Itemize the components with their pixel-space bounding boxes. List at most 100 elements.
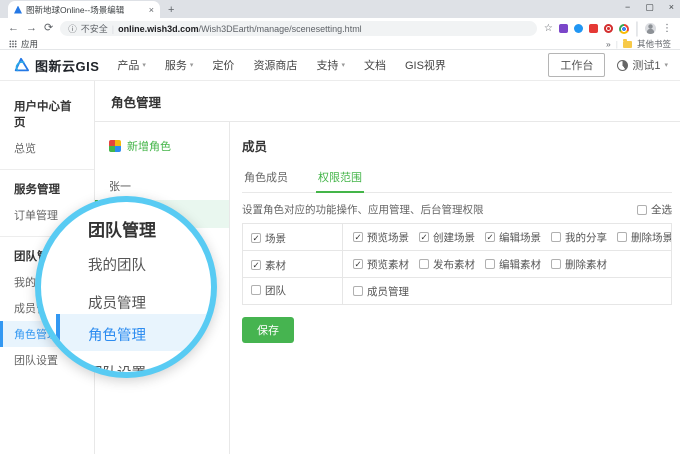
permission-label: 团队 [265,283,286,298]
permission-publish-material[interactable]: 发布素材 [419,255,475,273]
window-close-button[interactable]: × [669,2,674,13]
permission-label: 我的分享 [565,230,607,245]
add-role-button[interactable]: 新增角色 [95,138,229,154]
user-avatar-icon [617,60,628,71]
extension-icon[interactable] [559,24,568,33]
magnifier-item-my-team[interactable]: 我的团队 [88,254,146,275]
permission-team[interactable]: 团队 [251,283,286,298]
permission-my-share[interactable]: 我的分享 [551,228,607,246]
permission-delete-material[interactable]: 删除素材 [551,255,607,273]
maximize-button[interactable]: ▢ [645,2,654,13]
select-all-checkbox[interactable]: 全选 [637,202,672,217]
bookmarks-divider: | [616,39,618,49]
checkbox-preview-scene[interactable]: ✓ [353,232,363,242]
security-label: 不安全 [81,22,108,35]
reload-button[interactable]: ⟳ [44,23,53,34]
nav-item-resource-store[interactable]: 资源商店 [253,57,297,73]
sidebar-item-overview[interactable]: 总览 [0,135,94,161]
member-panel: 成员 角色成员权限范围 设置角色对应的功能操作、应用管理、后台管理权限 全选 ✓… [230,122,680,454]
checkbox-create-scene[interactable]: ✓ [419,232,429,242]
add-role-icon [109,140,121,152]
nav-item-docs[interactable]: 文档 [364,57,386,73]
tab-role-members[interactable]: 角色成员 [242,164,290,192]
bookmarks-right: » | 其他书签 [606,38,671,50]
permission-label: 删除素材 [565,257,607,272]
permission-label: 素材 [265,258,286,273]
sidebar-group-title-service-management: 服务管理 [0,175,94,202]
url-path: /Wish3DEarth/manage/scenesetting.html [199,24,362,34]
permission-preview-scene[interactable]: ✓ 预览场景 [353,228,409,246]
nav-item-label: GIS视界 [405,57,446,73]
nav-item-products[interactable]: 产品▾ [117,57,146,73]
nav-item-pricing[interactable]: 定价 [212,57,234,73]
permission-description-row: 设置角色对应的功能操作、应用管理、后台管理权限 全选 [242,202,672,217]
sidebar-group-user-center-home: 用户中心首页总览 [0,87,94,169]
permission-material[interactable]: ✓ 素材 [251,258,286,273]
tab-close-icon[interactable]: × [149,5,154,15]
member-tabs: 角色成员权限范围 [242,164,672,193]
nav-right: 工作台 测试1 ▾ [548,53,668,77]
checkbox-delete-material[interactable] [551,259,561,269]
new-tab-button[interactable]: + [168,4,174,18]
checkbox-publish-material[interactable] [419,259,429,269]
nav-item-services[interactable]: 服务▾ [165,57,194,73]
nav-item-gis-vision[interactable]: GIS视界 [405,57,446,73]
permission-delete-scene[interactable]: 删除场景 [617,228,671,246]
permission-label: 预览场景 [367,230,409,245]
extension-icon[interactable] [604,24,613,33]
permission-scene[interactable]: ✓场景 [251,231,286,246]
magnifier-item-member-management[interactable]: 成员管理 [88,292,146,313]
permission-list-cell: ✓ 预览场景 ✓创建场景 ✓编辑场景 我的分享 删除场景 [343,224,671,250]
browser-titlebar: 图新地球Online--场景编辑 × + − ▢ × [0,0,680,18]
member-heading: 成员 [242,136,672,155]
checkbox-edit-scene[interactable]: ✓ [485,232,495,242]
permission-label: 删除场景 [631,230,671,245]
save-button[interactable]: 保存 [242,317,294,343]
nav-item-support[interactable]: 支持▾ [316,57,345,73]
add-role-label: 新增角色 [127,138,171,154]
checkbox-team[interactable] [251,285,261,295]
logo-icon [12,57,30,73]
browser-toolbar: ← → ⟳ ⓘ 不安全 | online.wish3d.com/Wish3DEa… [0,18,680,39]
checkbox[interactable] [637,205,647,215]
browser-tab[interactable]: 图新地球Online--场景编辑 × [8,1,160,18]
caret-down-icon: ▾ [341,61,345,69]
checkbox-member-management[interactable] [353,286,363,296]
chrome-extension-icon[interactable] [619,24,629,34]
forward-button[interactable]: → [26,23,37,34]
tab-title: 图新地球Online--场景编辑 [26,4,145,16]
apps-grid-icon[interactable] [9,40,17,48]
minimize-button[interactable]: − [625,2,630,13]
checkbox-delete-scene[interactable] [617,232,627,242]
checkbox-scene[interactable]: ✓ [251,233,261,243]
bookmark-star-icon[interactable]: ☆ [544,23,553,34]
other-bookmarks-label[interactable]: 其他书签 [637,38,671,50]
extension-icon[interactable] [589,24,598,33]
permission-member-management[interactable]: 成员管理 [353,282,409,300]
back-button[interactable]: ← [8,23,19,34]
apps-bookmark-label[interactable]: 应用 [21,38,38,50]
tab-permission-scope[interactable]: 权限范围 [316,164,364,193]
permission-create-scene[interactable]: ✓创建场景 [419,228,475,246]
checkbox-material[interactable]: ✓ [251,260,261,270]
profile-avatar-icon[interactable] [645,23,656,34]
checkbox-my-share[interactable] [551,232,561,242]
site-navbar: 图新云GIS 产品▾ 服务▾ 定价 资源商店 支持▾ 文档 GIS视界 工作台 测试1 ▾ [0,50,680,81]
nav-item-label: 文档 [364,57,386,73]
magnifier-item-role-management[interactable]: 角色管理 [88,324,146,345]
workbench-button[interactable]: 工作台 [548,53,605,77]
permission-edit-scene[interactable]: ✓编辑场景 [485,228,541,246]
magnifier-callout: 团队管理 我的团队成员管理角色管理团队设置 [35,196,217,378]
permission-preview-material[interactable]: ✓预览素材 [353,255,409,273]
permission-edit-material[interactable]: 编辑素材 [485,255,541,273]
browser-menu-icon[interactable]: ⋮ [662,23,672,34]
tab-favicon-icon [14,6,22,14]
checkbox-preview-material[interactable]: ✓ [353,259,363,269]
extension-icon[interactable] [574,24,583,33]
checkbox-edit-material[interactable] [485,259,495,269]
info-icon[interactable]: ⓘ [68,23,77,35]
user-menu[interactable]: 测试1 ▾ [617,57,668,73]
bookmarks-overflow-icon[interactable]: » [606,39,611,49]
site-logo[interactable]: 图新云GIS [12,56,99,75]
address-bar[interactable]: ⓘ 不安全 | online.wish3d.com/Wish3DEarth/ma… [60,21,537,36]
